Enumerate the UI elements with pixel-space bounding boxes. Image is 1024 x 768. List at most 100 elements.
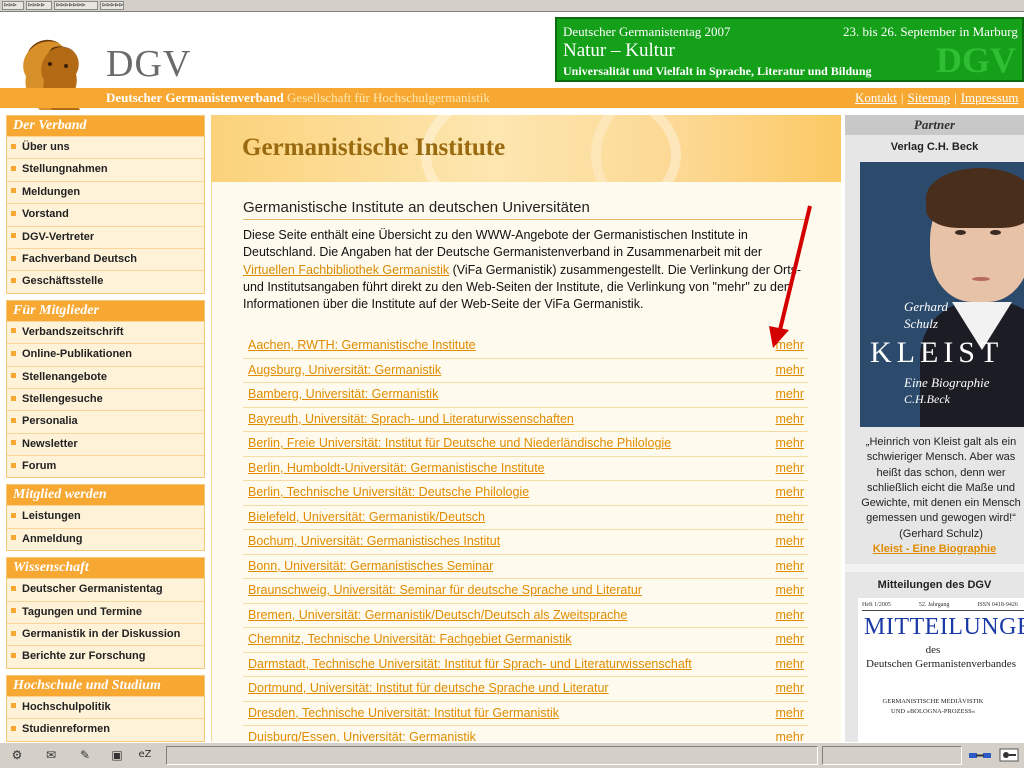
institute-link[interactable]: Berlin, Technische Universität: Deutsche… [248,485,529,499]
more-link[interactable]: mehr [776,657,804,671]
more-link[interactable]: mehr [776,534,804,548]
germanistentag-banner[interactable]: DGV Deutscher Germanistentag 2007 23. bi… [555,17,1024,82]
institute-link[interactable]: Augsburg, Universität: Germanistik [248,363,441,377]
intro-text: Diese Seite enthält eine Übersicht zu de… [243,228,763,260]
journal-cover-image[interactable]: Heft 1/2005 52. Jahrgang ISSN 0418-9426 MI… [858,598,1024,742]
institute-link[interactable]: Bielefeld, Universität: Germanistik/Deut… [248,510,485,524]
more-link[interactable]: mehr [776,436,804,450]
more-link[interactable]: mehr [776,363,804,377]
impressum-link[interactable]: Impressum [961,90,1019,105]
nav-item[interactable]: Stellenangebote [7,365,204,388]
more-link[interactable]: mehr [776,608,804,622]
institute-link[interactable]: Bayreuth, Universität: Sprach- und Liter… [248,412,574,426]
more-link[interactable]: mehr [776,583,804,597]
book-author-first: Gerhard [904,299,949,314]
more-link[interactable]: mehr [776,632,804,646]
book-cover-image[interactable]: Gerhard Schulz KLEIST Eine Biographie C.… [860,162,1024,427]
more-link[interactable]: mehr [776,338,804,352]
kleist-book-link[interactable]: Kleist - Eine Biographie [845,543,1024,555]
more-link[interactable]: mehr [776,681,804,695]
nav-item[interactable]: Vorstand [7,203,204,226]
more-link[interactable]: mehr [776,412,804,426]
top-links: Kontakt | Sitemap | Impressum [855,90,1019,106]
nav-item[interactable]: DGV-Vertreter [7,225,204,248]
institute-row: Bonn, Universität: Germanistisches Semin… [243,555,808,579]
nav-section: Wissenschaft Deutscher Germanistentag Tagu… [6,557,205,669]
nav-item[interactable]: Fachverband Deutsch [7,247,204,271]
nav-item[interactable]: Stellungnahmen [7,158,204,181]
nav-item[interactable]: Anmeldung [7,527,204,551]
nav-item[interactable]: Studienreformen [7,718,204,741]
nav-item-label: Germanistik in der Diskussion [22,628,181,641]
institute-link[interactable]: Duisburg/Essen, Universität: Germanistik [248,730,476,742]
institute-link[interactable]: Aachen, RWTH: Germanistische Institute [248,338,476,352]
institute-row: Berlin, Technische Universität: Deutsche… [243,481,808,506]
edit-icon[interactable]: ✎ [76,747,94,763]
nav-item[interactable]: Hochschulpolitik [7,695,204,719]
nav-item-label: Personalia [22,415,78,428]
institute-link[interactable]: Chemnitz, Technische Universität: Fachge… [248,632,572,646]
sidebar-divider [845,564,1024,572]
toolbar-button-4[interactable]: ⊳⊳⊳⊳⊳ [100,1,124,10]
nav-item[interactable]: Newsletter [7,432,204,456]
partner-sidebar: Partner Verlag C.H. Beck Gerhard Schulz … [845,115,1024,742]
ez-icon[interactable]: eZ [136,747,154,763]
heading-divider [243,219,808,220]
nav-item[interactable]: Über uns [7,136,204,159]
bullet-icon [11,165,16,171]
institute-row: Berlin, Freie Universität: Institut für … [243,432,808,457]
vifa-link[interactable]: Virtuellen Fachbibliothek Germanistik [243,263,449,277]
security-lock-icon[interactable] [998,747,1020,764]
nav-item[interactable]: Stellengesuche [7,387,204,411]
mail-icon[interactable]: ✉ [42,747,60,763]
toolbar-button-2[interactable]: ⊳⊳⊳⊳ [26,1,52,10]
institute-link[interactable]: Berlin, Humboldt-Universität: Germanisti… [248,461,545,475]
connection-icon[interactable] [968,748,992,763]
institute-link[interactable]: Bamberg, Universität: Germanistik [248,387,438,401]
nav-item[interactable]: Berichte zur Forschung [7,645,204,668]
bullet-icon [11,395,16,401]
institute-link[interactable]: Berlin, Freie Universität: Institut für … [248,436,671,450]
bullet-icon [11,373,16,379]
more-link[interactable]: mehr [776,706,804,720]
nav-item[interactable]: Germanistik in der Diskussion [7,623,204,646]
nav-item-label: Deutscher Germanistentag [22,583,163,596]
nav-item[interactable]: Leistungen [7,505,204,528]
institute-link[interactable]: Dresden, Technische Universität: Institu… [248,706,559,720]
nav-item[interactable]: Geschäftsstelle [7,270,204,293]
banner-event-title: Deutscher Germanistentag 2007 [563,24,731,39]
kontakt-link[interactable]: Kontakt [855,90,897,105]
bullet-icon [11,188,16,194]
banner-decoration [591,115,841,182]
settings-icon[interactable]: ⚙ [8,747,26,763]
address-book-icon[interactable]: ▣ [108,747,126,763]
more-link[interactable]: mehr [776,730,804,742]
more-link[interactable]: mehr [776,461,804,475]
institute-link[interactable]: Braunschweig, Universität: Seminar für d… [248,583,642,597]
nav-item[interactable]: Verbandszeitschrift [7,320,204,344]
nav-item[interactable]: Tagungen und Termine [7,600,204,624]
nav-item[interactable]: Forum [7,455,204,478]
more-link[interactable]: mehr [776,559,804,573]
institute-link[interactable]: Bremen, Universität: Germanistik/Deutsch… [248,608,627,622]
nav-item-label: Tagungen und Termine [22,605,142,618]
more-link[interactable]: mehr [776,387,804,401]
more-link[interactable]: mehr [776,510,804,524]
nav-section-title: Mitglied werden [7,485,204,506]
institute-link[interactable]: Bonn, Universität: Germanistisches Semin… [248,559,493,573]
nav-item[interactable]: Online-Publikationen [7,343,204,366]
nav-item[interactable]: Deutscher Germanistentag [7,578,204,601]
bullet-icon [11,535,16,541]
portrait-hair [926,168,1024,228]
institute-link[interactable]: Darmstadt, Technische Universität: Insti… [248,657,692,671]
sitemap-link[interactable]: Sitemap [908,90,951,105]
toolbar-button-1[interactable]: ⊳⊳⊳ [2,1,24,10]
more-link[interactable]: mehr [776,485,804,499]
toolbar-button-3[interactable]: ⊳⊳⊳⊳⊳⊳⊳ [54,1,98,10]
nav-item[interactable]: Meldungen [7,180,204,204]
institute-row: Bamberg, Universität: Germanistik mehr [243,383,808,408]
logo-text[interactable]: DGV [106,42,191,86]
institute-link[interactable]: Bochum, Universität: Germanistisches Ins… [248,534,500,548]
institute-link[interactable]: Dortmund, Universität: Institut für deut… [248,681,609,695]
nav-item[interactable]: Personalia [7,410,204,433]
